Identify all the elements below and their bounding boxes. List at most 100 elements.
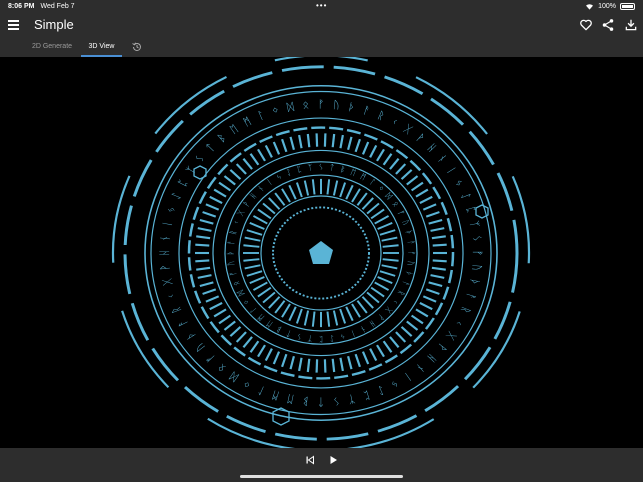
rune-inner-10: ᛁ [349, 329, 357, 339]
rune-inner-46: ᛞ [384, 191, 394, 200]
multitasking-dots[interactable]: ••• [316, 1, 327, 10]
download-icon[interactable] [624, 18, 638, 32]
rune-outer-54: ᚷ [402, 122, 415, 136]
rune-inner-14: ᛉ [307, 334, 313, 343]
tick-band-outer-29 [264, 348, 273, 362]
rune-inner-39: ᛊ [319, 163, 324, 172]
rune-inner-3: ᚨ [401, 280, 411, 287]
rune-circle-render: ᚠᚢᚦᚨᚱᚲᚷᚹᚺᚾᛁᛃᛇᛈᛉᛊᛏᛒᛖᛗᛚᛜᛞᛟᚠᚢᚦᚨᚱᚲᚷᚹᚺᚾᛁᛃᛇᛈᛉᛊ… [111, 57, 531, 448]
rune-inner-34: ᛁ [265, 177, 274, 187]
rune-inner-51: ᚨ [406, 240, 416, 246]
tab-2d-generate[interactable]: 2D Generate [27, 38, 77, 57]
app-bar: Simple [0, 12, 643, 38]
tick-band-outer-72 [354, 138, 361, 153]
tick-band-inner-1 [382, 258, 399, 262]
rune-inner-24: ᚠ [228, 270, 238, 277]
rune-inner-31: ᚹ [241, 200, 251, 209]
rune-outer-58: ᛁ [444, 164, 459, 176]
tick-band-outer-30 [257, 344, 266, 358]
tick-band-outer-87 [430, 227, 445, 232]
tick-band-outer-36 [218, 314, 232, 325]
rune-outer-7: ᚹ [435, 341, 449, 354]
tick-band-outer-66 [306, 133, 311, 148]
tick-band-outer-40 [202, 288, 217, 295]
tick-band-inner-14 [326, 311, 331, 327]
rune-outer-30: ᚷ [160, 277, 174, 286]
tick-band-outer-14 [382, 340, 393, 353]
tick-band-outer-17 [361, 351, 370, 365]
rune-outer-27: ᚨ [175, 317, 190, 328]
rune-inner-27: ᚨ [226, 240, 236, 246]
rune-inner-32: ᚺ [248, 191, 258, 200]
tick-band-outer-48 [197, 227, 212, 232]
rune-inner-19: ᛗ [256, 313, 266, 323]
tick-band-inner-48 [339, 182, 347, 198]
rune-inner-45: ᛜ [376, 184, 386, 194]
tick-band-inner-36 [257, 208, 272, 220]
outer-arc-2 [207, 417, 296, 448]
tick-band-inner-50 [351, 188, 361, 203]
tick-band-inner-26 [249, 276, 265, 285]
tick-band-inner-42 [295, 182, 303, 198]
heart-icon[interactable] [579, 18, 593, 32]
tick-band-inner-25 [252, 281, 268, 291]
tick-band-inner-44 [311, 179, 316, 195]
tick-band-inner-22 [268, 296, 281, 309]
rune-outer-36: ᛇ [169, 191, 184, 202]
tick-band-inner-16 [311, 311, 316, 327]
tick-band-inner-28 [244, 264, 261, 270]
tick-band-outer-42 [197, 274, 212, 279]
tick-band-outer-75 [376, 148, 385, 162]
rune-inner-42: ᛖ [349, 168, 357, 178]
tick-band-inner-33 [246, 229, 263, 236]
rune-inner-33: ᚾ [256, 184, 266, 194]
tick-band-inner-6 [370, 286, 385, 298]
tab-3d-view[interactable]: 3D View [81, 38, 122, 57]
status-date: Wed Feb 7 [40, 2, 75, 10]
tick-band-outer-11 [400, 326, 413, 337]
play-icon[interactable] [327, 454, 339, 466]
rune-outer-56: ᚺ [425, 141, 439, 154]
tick-band-inner-39 [274, 192, 286, 206]
rune-outer-62: ᛉ [467, 220, 481, 229]
3d-viewport[interactable]: ᚠᚢᚦᚨᚱᚲᚷᚹᚺᚾᛁᛃᛇᛈᛉᛊᛏᛒᛖᛗᛚᛜᛞᛟᚠᚢᚦᚨᚱᚲᚷᚹᚺᚾᛁᛃᛇᛈᛉᛊ… [0, 57, 643, 448]
menu-icon[interactable] [8, 20, 19, 30]
tick-band-inner-20 [281, 303, 291, 318]
tick-band-inner-10 [351, 303, 361, 318]
tick-band-outer-44 [195, 259, 210, 263]
history-icon[interactable] [131, 41, 143, 53]
tick-band-outer-86 [428, 219, 443, 225]
rune-outer-9: ᚾ [414, 361, 428, 375]
rune-outer-57: ᚾ [435, 152, 449, 165]
tick-band-outer-39 [205, 295, 220, 303]
tick-band-outer-63 [281, 138, 288, 153]
tick-band-outer-55 [223, 175, 236, 186]
rune-outer-34: ᛁ [160, 220, 174, 229]
tick-band-outer-76 [382, 153, 393, 166]
tick-band-outer-32 [242, 336, 253, 348]
home-area [0, 472, 643, 482]
tick-band-inner-18 [295, 308, 303, 324]
tick-band-outer-21 [331, 358, 336, 373]
wifi-icon [586, 3, 594, 10]
rune-inner-7: ᚹ [376, 313, 386, 323]
tick-band-outer-47 [196, 235, 211, 240]
share-icon[interactable] [601, 18, 615, 32]
skip-previous-icon[interactable] [304, 454, 316, 466]
rune-inner-38: ᛉ [307, 163, 313, 172]
home-indicator[interactable] [240, 475, 403, 478]
tick-band-outer-28 [272, 351, 281, 365]
tick-band-outer-12 [395, 331, 407, 343]
tick-band-inner-3 [379, 270, 396, 277]
tick-band-outer-4 [428, 281, 443, 287]
rune-inner-43: ᛗ [359, 172, 368, 182]
tick-band-inner-2 [381, 264, 398, 270]
tick-band-inner-55 [374, 215, 390, 225]
rune-outer-35: ᛃ [164, 205, 179, 215]
tick-band-inner-23 [262, 291, 276, 304]
rune-inner-0: ᚠ [407, 251, 416, 256]
tick-band-inner-21 [274, 300, 286, 314]
tick-band-inner-41 [288, 184, 297, 200]
status-time: 8:06 PM [8, 2, 35, 10]
tick-band-outer-69 [331, 133, 336, 148]
